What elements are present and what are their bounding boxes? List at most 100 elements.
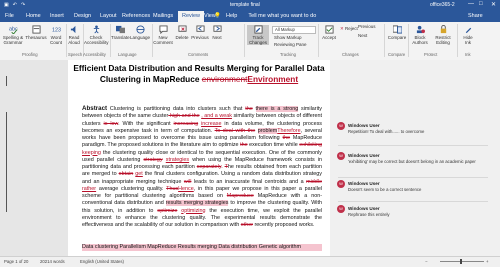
abstract-paragraph[interactable]: Abstract Clustering is partitioning data…: [82, 105, 322, 229]
accept-button[interactable]: Accept: [322, 25, 336, 40]
restrict-editing-label: Restrict Editing: [435, 35, 451, 46]
svg-text:123: 123: [52, 27, 61, 33]
review-ribbon: abc Spelling & Grammar Thesaurus 123 Wor…: [0, 22, 500, 61]
translate-label: Translate: [111, 35, 130, 40]
document-page[interactable]: Efficient Data Distribution and Results …: [68, 60, 330, 256]
block-authors-icon: [416, 25, 425, 34]
thesaurus-button[interactable]: Thesaurus: [25, 25, 47, 40]
redo-icon[interactable]: ↷: [21, 2, 25, 8]
comments-pane: W Windows User Repetition! To deal with.…: [330, 60, 500, 256]
accessibility-icon: [93, 25, 99, 34]
check-accessibility-button[interactable]: Check Accessibility: [84, 25, 109, 46]
accessibility-group-label: Accessibility: [83, 52, 106, 57]
comment-author: Windows User: [348, 153, 380, 158]
track-changes-label: Track Changes: [248, 35, 267, 46]
status-bar: Page 1 of 20 20214 words English (United…: [0, 256, 500, 267]
reviewing-pane-button[interactable]: Reviewing Pane: [274, 42, 307, 47]
previous-comment-button[interactable]: Previous: [191, 25, 209, 40]
zoom-slider-handle[interactable]: [460, 259, 462, 264]
lightbulb-icon: 💡: [214, 13, 223, 19]
reject-button[interactable]: ✕ Reject: [340, 26, 358, 31]
close-button[interactable]: ✕: [491, 1, 496, 8]
tab-design[interactable]: Design: [74, 13, 91, 19]
read-aloud-label: Read Aloud: [68, 35, 80, 46]
accessibility-label: Check Accessibility: [84, 35, 109, 46]
lock-icon: [440, 25, 446, 34]
document-title: template final: [230, 2, 260, 8]
hide-ink-button[interactable]: Hide Ink: [460, 25, 476, 45]
language-icon: [135, 25, 145, 34]
block-authors-label: Block Authors: [412, 35, 428, 46]
tab-file[interactable]: File: [5, 13, 14, 19]
spelling-grammar-button[interactable]: abc Spelling & Grammar: [2, 25, 24, 45]
next-change-label: Next: [358, 33, 368, 38]
divider: [318, 24, 319, 57]
changes-group-label: Changes: [342, 52, 359, 57]
comment-text: Doesn't seem to be a correct sentence: [348, 187, 422, 192]
read-aloud-button[interactable]: Read Aloud: [67, 25, 81, 45]
tab-home[interactable]: Home: [26, 13, 41, 19]
tab-review[interactable]: Review: [178, 11, 205, 22]
change-bar: [6, 112, 7, 212]
next-comment-button[interactable]: Next: [210, 25, 224, 40]
compare-label: Compare: [387, 35, 407, 40]
divider: [408, 24, 409, 57]
delete-label: Delete: [175, 35, 189, 40]
comment-card[interactable]: W Windows User Doesn't seem to be a corr…: [337, 180, 488, 192]
change-bar: [6, 76, 7, 86]
undo-icon[interactable]: ↶: [13, 2, 17, 8]
share-button[interactable]: Share: [468, 13, 483, 19]
reviewing-pane-label: Reviewing Pane: [274, 42, 307, 47]
word-count[interactable]: 20214 words: [40, 259, 65, 264]
reject-label: Reject: [345, 26, 358, 31]
tab-layout[interactable]: Layout: [100, 13, 117, 19]
speaker-icon: [70, 25, 75, 34]
comment-card[interactable]: W Windows User 'exhibiting' may be corre…: [337, 152, 488, 164]
comment-card[interactable]: W Windows User Rephrase this entirely: [337, 205, 488, 217]
show-markup-button[interactable]: Show Markup: [274, 35, 302, 40]
tab-insert[interactable]: Insert: [50, 13, 64, 19]
previous-change-button[interactable]: Previous: [358, 24, 376, 29]
language-indicator[interactable]: English (United States): [80, 259, 124, 264]
new-comment-label: New Comment: [153, 35, 173, 46]
keywords-line: Data clustering Parallelism MapReduce Re…: [82, 244, 322, 251]
zoom-slider[interactable]: [440, 261, 484, 262]
divider: [338, 145, 488, 146]
next-comment-icon: [212, 25, 222, 32]
title-deleted-text: environment: [201, 74, 248, 84]
zoom-out-icon[interactable]: −: [425, 259, 428, 264]
minimize-button[interactable]: —: [468, 1, 474, 7]
next-change-button[interactable]: Next: [358, 33, 367, 38]
delete-comment-button[interactable]: Delete: [174, 25, 190, 40]
comment-card[interactable]: W Windows User Repetition! To deal with.…: [337, 122, 488, 134]
save-icon[interactable]: ▣: [4, 2, 9, 8]
ribbon-tabs: File Home Insert Design Layout Reference…: [0, 10, 500, 22]
accept-icon: [324, 25, 334, 34]
compare-button[interactable]: Compare: [387, 25, 407, 40]
tell-me-box[interactable]: 💡 Tell me what you want to do: [214, 13, 316, 19]
maximize-button[interactable]: □: [479, 1, 483, 7]
word-count-button[interactable]: 123 Word Count: [48, 25, 64, 45]
title-inserted-text: Environment: [247, 74, 299, 84]
zoom-in-icon[interactable]: +: [486, 259, 489, 264]
markup-dropdown[interactable]: All Markup: [272, 26, 316, 34]
new-comment-button[interactable]: New Comment: [153, 25, 173, 45]
user-name[interactable]: office365-2: [430, 2, 455, 8]
tracking-group-label: Tracking: [280, 52, 296, 57]
word-count-label: Word Count: [49, 35, 62, 46]
tab-mailings[interactable]: Mailings: [153, 13, 173, 19]
track-changes-button[interactable]: Track Changes: [247, 25, 269, 46]
language-button[interactable]: Language: [130, 25, 150, 40]
markup-value: All Markup: [275, 27, 295, 32]
comment-text: Rephrase this entirely: [348, 212, 390, 217]
comment-text: 'exhibiting' may be correct but doesn't …: [348, 159, 476, 164]
compare-group-label: Compare: [388, 52, 406, 57]
tab-references[interactable]: References: [122, 13, 150, 19]
accept-label: Accept: [322, 35, 336, 40]
title-text-line-2: Clustering in MapReduce: [99, 74, 202, 84]
block-authors-button[interactable]: Block Authors: [410, 25, 430, 45]
translate-button[interactable]: Translate: [111, 25, 130, 40]
compare-icon: [392, 25, 402, 34]
page-indicator[interactable]: Page 1 of 20: [4, 259, 28, 264]
restrict-editing-button[interactable]: Restrict Editing: [432, 25, 454, 45]
